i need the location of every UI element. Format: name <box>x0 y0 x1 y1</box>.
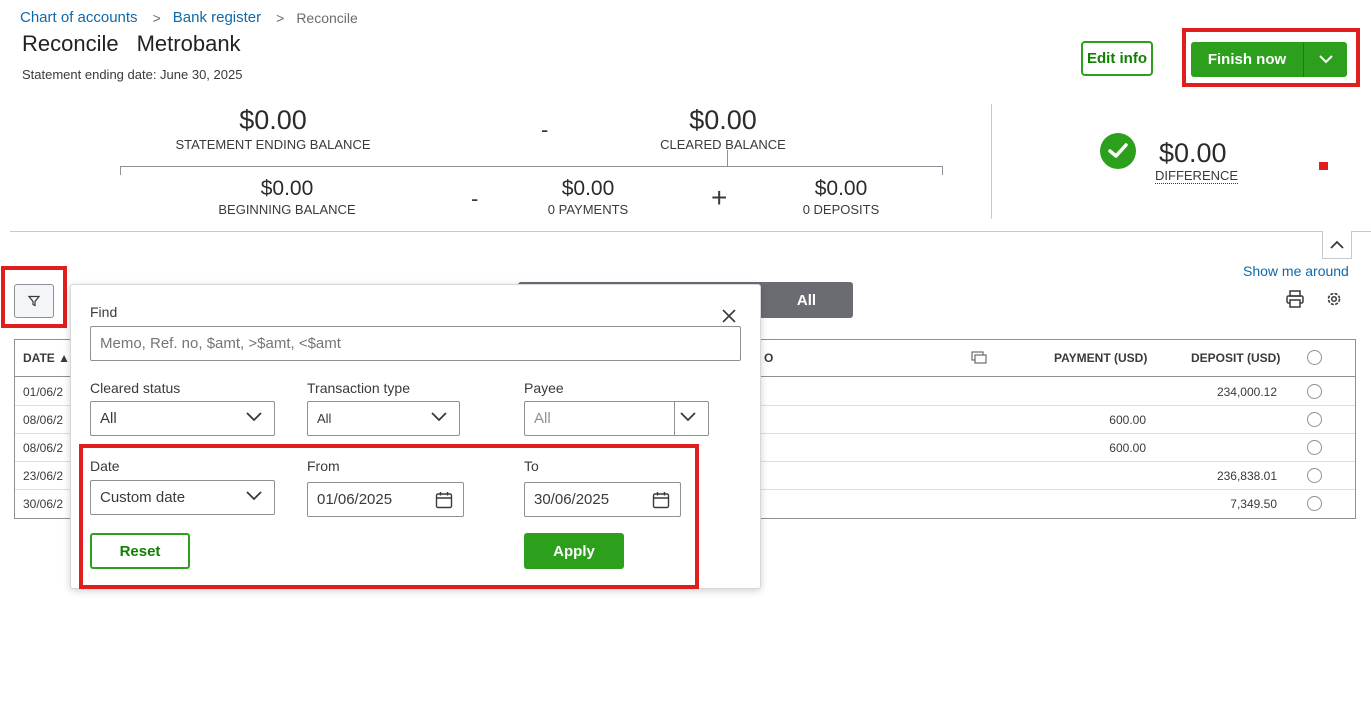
to-date-input[interactable]: 30/06/2025 <box>524 482 681 517</box>
page-title-text: Reconcile <box>22 31 119 56</box>
breadcrumb-current: Reconcile <box>296 9 358 26</box>
row-cleared-radio[interactable] <box>1307 440 1322 455</box>
red-marker <box>1319 162 1328 170</box>
column-header-payment[interactable]: PAYMENT (USD) <box>1054 351 1147 365</box>
date-label: Date <box>90 458 120 474</box>
chevron-down-icon <box>680 412 696 422</box>
bracket-right-end <box>942 166 943 175</box>
summary-bottom-divider <box>10 231 1371 232</box>
row-date: 23/06/2 <box>23 469 64 483</box>
bracket-connector <box>727 150 728 166</box>
to-date-value: 30/06/2025 <box>534 491 610 508</box>
show-me-around-link[interactable]: Show me around <box>1243 263 1349 279</box>
payee-label: Payee <box>524 380 564 396</box>
payee-placeholder: All <box>534 410 551 427</box>
print-icon[interactable] <box>1285 290 1305 308</box>
difference-label[interactable]: DIFFERENCE <box>1155 168 1239 184</box>
date-value: Custom date <box>100 489 186 506</box>
payments-amount: $0.00 <box>561 177 615 200</box>
from-date-input[interactable]: 01/06/2025 <box>307 482 464 517</box>
apply-label: Apply <box>553 542 595 560</box>
payee-select[interactable]: All <box>524 401 709 436</box>
transaction-type-label: Transaction type <box>307 380 410 396</box>
finish-now-label: Finish now <box>1207 51 1287 68</box>
payee-divider <box>674 402 675 435</box>
chevron-down-icon <box>246 491 262 501</box>
select-all-radio[interactable] <box>1307 350 1322 365</box>
cleared-balance-amount: $0.00 <box>689 105 757 135</box>
to-label: To <box>524 458 539 474</box>
payments-label: 0 PAYMENTS <box>547 202 629 217</box>
cleared-status-value: All <box>100 410 117 427</box>
statement-ending-balance-label: STATEMENT ENDING BALANCE <box>175 137 371 152</box>
cleared-status-label: Cleared status <box>90 380 181 396</box>
row-payment: 600.00 <box>1109 413 1146 427</box>
tab-all[interactable]: All <box>760 282 853 318</box>
row-cleared-radio[interactable] <box>1307 468 1322 483</box>
row-cleared-radio[interactable] <box>1307 412 1322 427</box>
row-deposit: 234,000.12 <box>1216 385 1277 399</box>
highlight-filter-button <box>1 266 67 328</box>
difference-amount: $0.00 <box>1159 138 1227 168</box>
chevron-down-icon <box>246 412 262 422</box>
statement-ending-balance-amount: $0.00 <box>239 105 307 135</box>
from-date-value: 01/06/2025 <box>317 491 393 508</box>
finish-now-group: Finish now <box>1191 42 1347 77</box>
minus-sign: - <box>471 186 479 211</box>
collapse-summary-button[interactable] <box>1322 231 1352 259</box>
summary-divider <box>991 104 992 219</box>
account-name: Metrobank <box>136 31 241 56</box>
row-date: 08/06/2 <box>23 441 64 455</box>
minus-sign: - <box>541 117 549 142</box>
row-cleared-radio[interactable] <box>1307 384 1322 399</box>
find-label: Find <box>90 304 118 320</box>
row-date: 30/06/2 <box>23 497 64 511</box>
column-header-memo[interactable]: O <box>764 351 773 365</box>
breadcrumb-bank-register-link[interactable]: Bank register <box>173 9 261 26</box>
bracket-left-end <box>120 166 121 175</box>
chevron-down-icon <box>1318 55 1333 64</box>
breadcrumb-separator: > <box>152 9 161 26</box>
find-input[interactable] <box>90 326 741 361</box>
chevron-up-icon <box>1330 240 1344 249</box>
beginning-balance-amount: $0.00 <box>260 177 314 200</box>
deposits-amount: $0.00 <box>814 177 868 200</box>
row-deposit: 7,349.50 <box>1230 497 1277 511</box>
calendar-icon[interactable] <box>435 491 453 509</box>
row-payment: 600.00 <box>1109 441 1146 455</box>
breadcrumb: Chart of accounts > Bank register > Reco… <box>20 9 358 26</box>
breadcrumb-chart-of-accounts-link[interactable]: Chart of accounts <box>20 9 138 26</box>
cleared-balance-label: CLEARED BALANCE <box>660 137 786 152</box>
statement-ending-date: Statement ending date: June 30, 2025 <box>22 67 243 82</box>
reset-button[interactable]: Reset <box>90 533 190 569</box>
row-date: 01/06/2 <box>23 385 64 399</box>
apply-button[interactable]: Apply <box>524 533 624 569</box>
row-date: 08/06/2 <box>23 413 64 427</box>
finish-now-dropdown-button[interactable] <box>1303 42 1347 77</box>
gear-icon[interactable] <box>1325 290 1343 308</box>
beginning-balance-label: BEGINNING BALANCE <box>218 202 356 217</box>
row-deposit: 236,838.01 <box>1216 469 1277 483</box>
page-title: Reconcile Metrobank <box>22 31 241 57</box>
deposits-label: 0 DEPOSITS <box>802 202 880 217</box>
from-label: From <box>307 458 340 474</box>
finish-now-button[interactable]: Finish now <box>1191 42 1303 77</box>
chevron-down-icon <box>431 412 447 422</box>
column-header-deposit[interactable]: DEPOSIT (USD) <box>1191 351 1280 365</box>
date-select[interactable]: Custom date <box>90 480 275 515</box>
plus-sign: + <box>711 182 728 213</box>
cleared-status-select[interactable]: All <box>90 401 275 436</box>
copy-columns-icon[interactable] <box>971 351 988 364</box>
column-header-date[interactable]: DATE ▲ <box>23 351 70 365</box>
breadcrumb-separator: > <box>276 9 285 26</box>
transaction-type-select[interactable]: All <box>307 401 460 436</box>
calendar-icon[interactable] <box>652 491 670 509</box>
checkmark-icon <box>1100 133 1136 169</box>
bracket-line <box>120 166 943 167</box>
close-icon[interactable] <box>722 309 736 323</box>
transaction-type-value: All <box>317 411 332 426</box>
reset-label: Reset <box>119 542 161 560</box>
row-cleared-radio[interactable] <box>1307 496 1322 511</box>
